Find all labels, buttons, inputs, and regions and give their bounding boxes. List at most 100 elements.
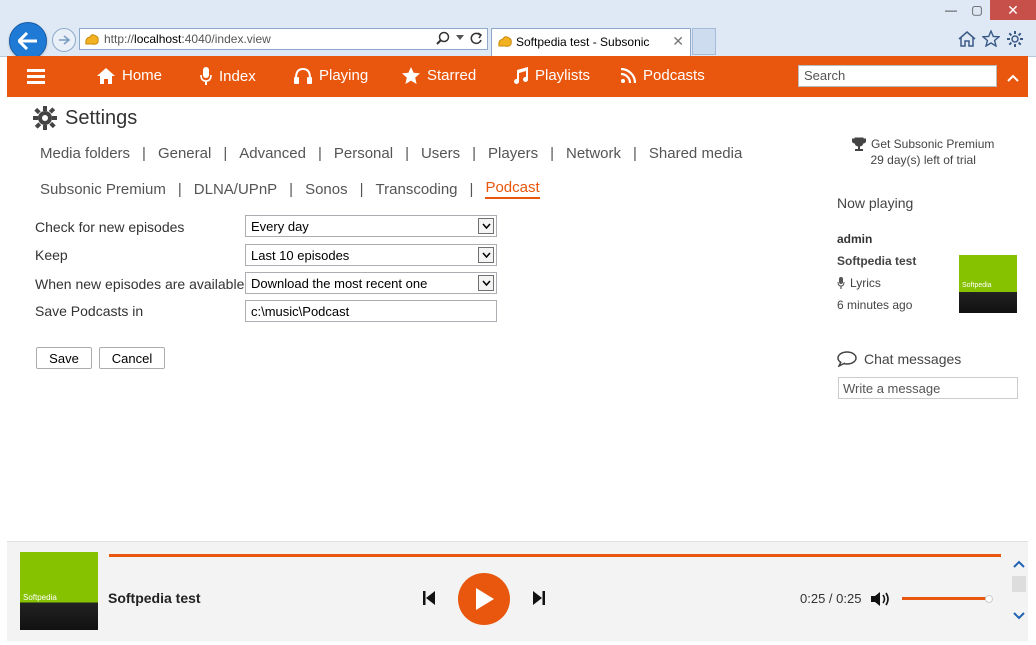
tab-transcoding[interactable]: Transcoding [376,181,458,198]
tab-shared-media[interactable]: Shared media [649,145,742,162]
gear-icon[interactable] [1006,30,1024,48]
subsonic-favicon-icon [497,34,513,53]
check-episodes-select[interactable]: Every day [245,215,497,237]
check-episodes-value: Every day [251,219,309,234]
back-arrow-icon [18,32,37,50]
subsonic-favicon-icon [84,32,100,51]
search-input[interactable]: Search [798,65,997,87]
tab-network[interactable]: Network [566,145,621,162]
settings-header: Settings [33,106,137,130]
tab-media-folders[interactable]: Media folders [40,145,130,162]
new-episodes-label: When new episodes are available [35,276,245,292]
keep-select[interactable]: Last 10 episodes [245,244,497,266]
refresh-icon[interactable] [470,31,483,45]
lyrics-label: Lyrics [850,276,881,290]
new-episodes-value: Download the most recent one [251,276,428,291]
tab-subsonic-premium[interactable]: Subsonic Premium [40,181,166,198]
playback-time: 0:25 / 0:25 [800,591,862,606]
star-icon [402,67,420,84]
hamburger-menu-icon[interactable] [27,69,45,87]
cancel-button[interactable]: Cancel [99,347,165,369]
premium-link[interactable]: Get Subsonic Premium [871,136,994,152]
nav-starred[interactable]: Starred [402,67,476,84]
nav-playlists[interactable]: Playlists [512,67,590,84]
top-navbar: Home Index Playing Starred Playlists Pod… [7,56,1028,97]
nav-playing-label: Playing [319,67,369,84]
nav-playing[interactable]: Playing [294,67,368,84]
lyrics-link[interactable]: Lyrics [837,276,881,290]
trophy-icon [852,137,866,151]
tab-dlna-upnp[interactable]: DLNA/UPnP [194,181,277,198]
new-tab-button[interactable] [692,28,716,55]
album-art-text: Softpedia [962,282,992,289]
keep-label: Keep [35,247,68,263]
window-close-icon[interactable]: ✕ [990,0,1036,20]
play-button[interactable] [458,573,510,625]
tab-general[interactable]: General [158,145,211,162]
playback-progress-bar[interactable] [109,554,1001,557]
minimize-icon[interactable]: — [938,0,964,20]
chevron-down-icon[interactable] [478,247,494,263]
save-podcasts-input[interactable]: c:\music\Podcast [245,300,497,322]
chevron-down-icon[interactable] [478,275,494,291]
nav-starred-label: Starred [427,67,477,84]
scroll-up-icon[interactable] [1007,69,1019,87]
volume-icon[interactable] [871,591,891,607]
tab-users[interactable]: Users [421,145,460,162]
save-button[interactable]: Save [36,347,92,369]
gear-icon [33,106,57,130]
nav-home-label: Home [122,67,163,84]
tab-podcast[interactable]: Podcast [485,179,540,199]
chat-bubble-icon [837,351,857,367]
address-url: http://localhost:4040/index.view [104,32,271,46]
tab-sonos[interactable]: Sonos [305,181,348,198]
chevron-down-icon[interactable] [456,35,464,41]
nav-podcasts[interactable]: Podcasts [621,67,705,84]
tab-players[interactable]: Players [488,145,538,162]
volume-slider[interactable] [902,595,994,603]
nav-index[interactable]: Index [200,67,256,85]
maximize-icon[interactable]: ▢ [964,0,990,20]
player-scroll [1010,542,1028,641]
chevron-down-icon[interactable] [478,218,494,234]
chevron-up-icon[interactable] [1013,560,1025,568]
search-icon[interactable] [436,31,450,45]
nav-home[interactable]: Home [97,67,162,84]
nav-playlists-label: Playlists [535,67,591,84]
chat-title: Chat messages [864,351,962,367]
skip-next-icon[interactable] [533,591,545,605]
favorites-star-icon[interactable] [982,30,1000,47]
tab-advanced[interactable]: Advanced [239,145,306,162]
player-art-text: Softpedia [23,593,57,602]
play-icon [476,588,494,610]
skip-previous-icon[interactable] [423,591,435,605]
now-playing-album-art[interactable]: Softpedia [959,255,1017,313]
nav-index-label: Index [219,67,256,85]
settings-tabs-row1: Media folders | General | Advanced | Person… [40,145,743,162]
home-icon[interactable] [958,30,976,47]
forward-arrow-icon [59,35,70,45]
forward-button[interactable] [52,28,76,52]
now-playing-title: Now playing [837,195,914,211]
settings-tabs-row2: Subsonic Premium | DLNA/UPnP | Sonos | Tran… [40,179,540,199]
player-bar: Softpedia Softpedia test 0:25 / 0:25 [7,541,1028,641]
tab-personal[interactable]: Personal [334,145,393,162]
page-content: Home Index Playing Starred Playlists Pod… [7,56,1028,641]
now-playing-track[interactable]: Softpedia test [837,254,916,268]
premium-notice[interactable]: Get Subsonic Premium 29 day(s) left of t… [852,136,994,168]
browser-tab[interactable]: Softpedia test - Subsonic ✕ [491,28,691,56]
now-playing-user: admin [837,232,873,246]
chevron-down-icon[interactable] [1013,612,1025,620]
new-episodes-select[interactable]: Download the most recent one [245,272,497,294]
player-track-title: Softpedia test [108,590,201,606]
player-album-art[interactable]: Softpedia [20,552,98,630]
back-button[interactable] [9,22,47,60]
tab-close-icon[interactable]: ✕ [672,33,684,50]
headphones-icon [294,67,312,84]
address-bar[interactable]: http://localhost:4040/index.view [79,28,488,50]
microphone-icon [837,277,845,289]
microphone-icon [200,67,212,85]
chat-message-input[interactable]: Write a message [838,377,1018,399]
home-icon [97,67,115,84]
keep-value: Last 10 episodes [251,248,350,263]
